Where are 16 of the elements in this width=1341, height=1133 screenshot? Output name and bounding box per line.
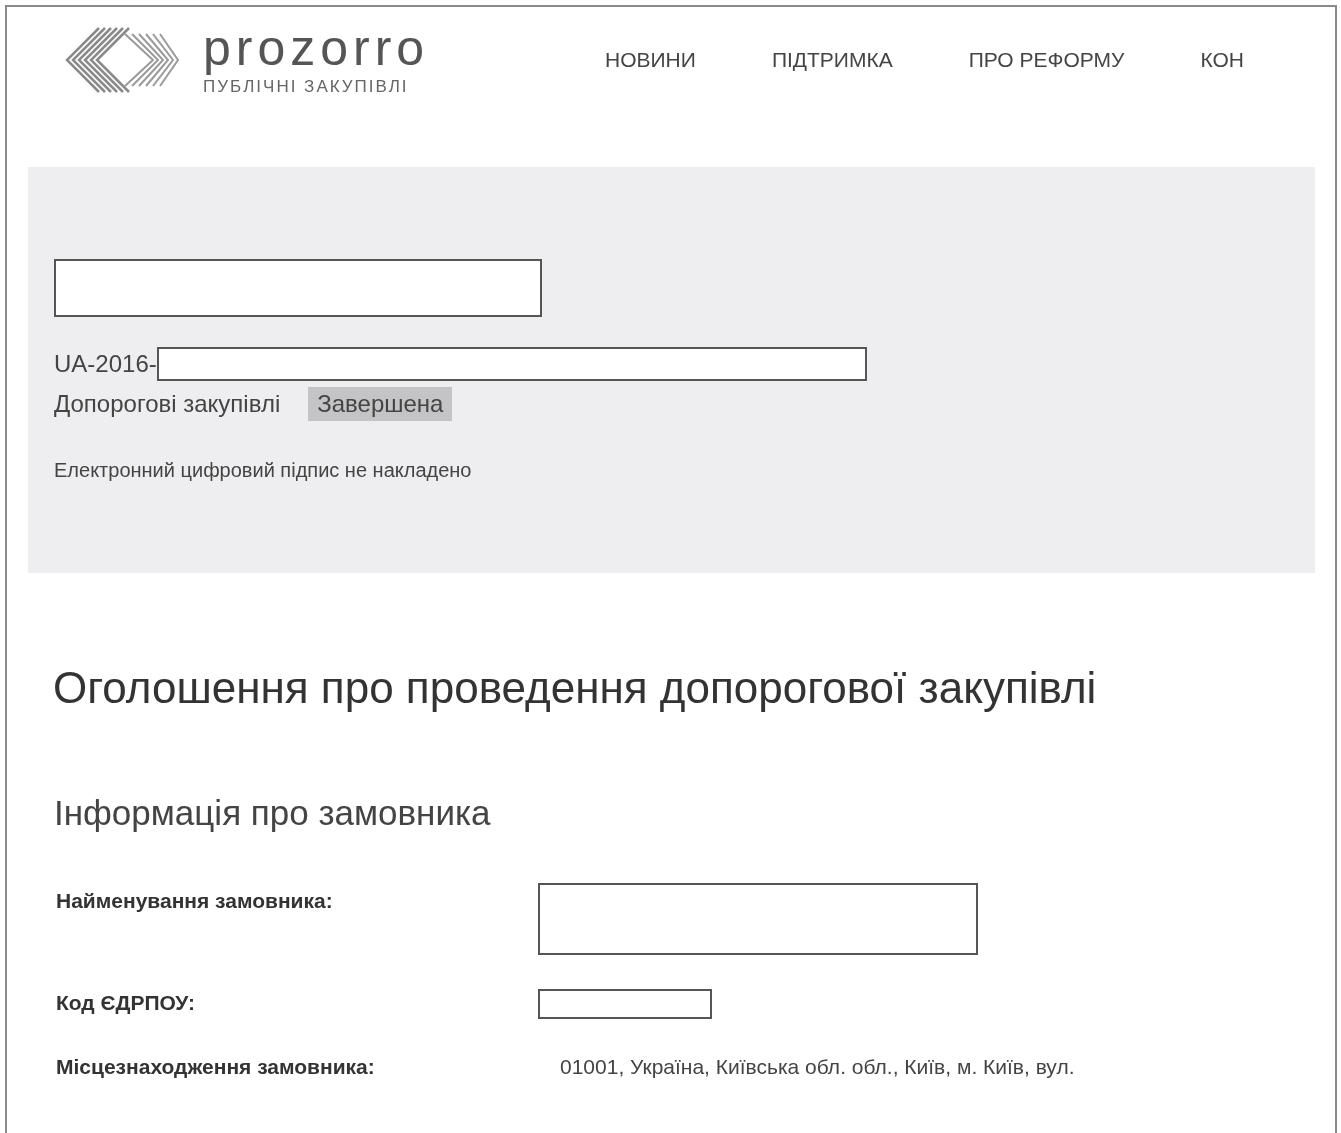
procedure-type: Допорогові закупівлі — [54, 390, 281, 418]
signature-note: Електронний цифровий підпис не накладено — [54, 459, 473, 482]
field-value: 01001, Україна, Київська обл. обл., Київ, м. Київ, вул. — [560, 1054, 1075, 1079]
nav-link[interactable]: НОВИНИ — [605, 48, 696, 72]
field-label: Найменування замовника: — [56, 888, 334, 913]
logo-tagline: ПУБЛІЧНІ ЗАКУПІВЛІ — [203, 77, 410, 97]
page-title: Оголошення про проведення допорогової закупівлі — [53, 663, 1098, 713]
nav-link[interactable]: ПРО РЕФОРМУ — [968, 48, 1125, 72]
status-badge: Завершена — [308, 387, 453, 421]
field-label: Місцезнаходження замовника: — [56, 1054, 376, 1079]
logo-name: prozorro — [203, 23, 430, 73]
field-label: Код ЄДРПОУ: — [56, 990, 196, 1015]
section-title: Інформація про замовника — [54, 793, 492, 833]
tender-id-prefix: UA-2016- — [54, 350, 157, 378]
nav-link[interactable]: ПІДТРИМКА — [771, 48, 893, 72]
nav-link[interactable]: КОН — [1200, 48, 1244, 72]
